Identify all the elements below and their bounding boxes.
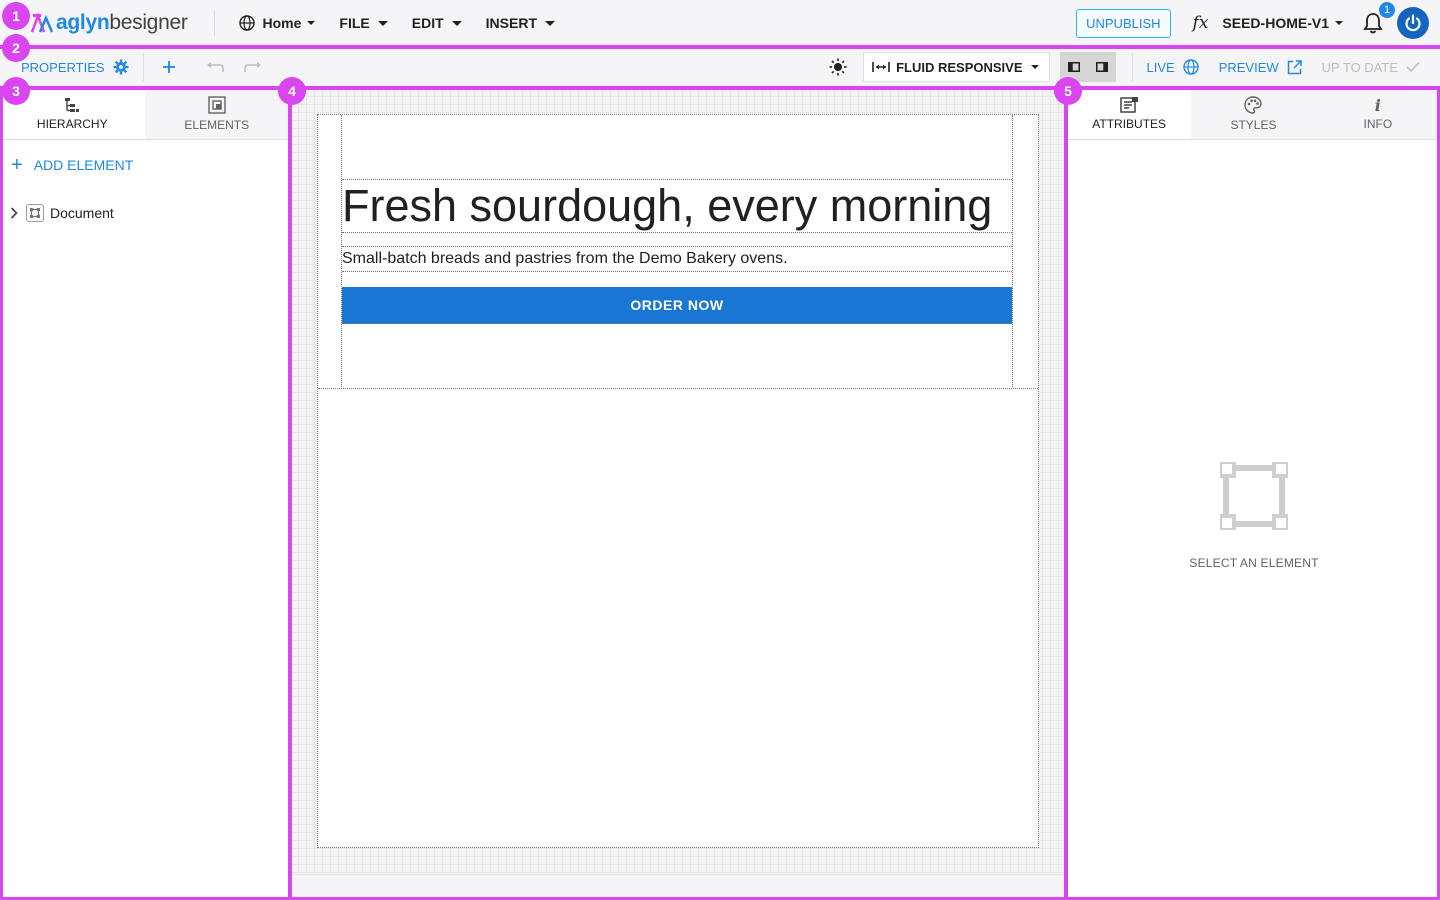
edit-menu-label: EDIT (411, 15, 444, 31)
annotation-marker-2: 2 (2, 34, 30, 62)
file-menu[interactable]: FILE (339, 15, 388, 31)
live-label: LIVE (1146, 59, 1175, 75)
palette-icon (1244, 95, 1263, 114)
elements-icon (208, 95, 226, 114)
live-link[interactable]: LIVE (1147, 59, 1199, 75)
annotation-marker-5: 5 (1054, 77, 1082, 105)
caret-down-icon (307, 21, 316, 25)
annotation-marker-3: 3 (2, 77, 30, 105)
unpublish-button[interactable]: UNPUBLISH (1076, 8, 1171, 38)
properties-button[interactable]: PROPERTIES (21, 59, 129, 75)
hierarchy-icon (65, 97, 80, 112)
version-label: SEED-HOME-V1 (1222, 15, 1329, 31)
account-power-button[interactable] (1397, 7, 1429, 39)
caret-down-icon (377, 20, 388, 26)
right-panel-icon (1095, 62, 1108, 72)
file-menu-label: FILE (339, 15, 370, 31)
info-icon: i (1374, 95, 1381, 115)
gear-icon (113, 59, 129, 75)
toolbar-right: FLUID RESPONSIVE LIVE PREVIEW UP TO DATE (829, 47, 1440, 87)
width-icon (872, 62, 890, 72)
version-selector[interactable]: SEED-HOME-V1 (1222, 15, 1343, 31)
undo-icon[interactable] (206, 61, 224, 73)
insert-menu-label: INSERT (485, 15, 537, 31)
open-external-icon (1287, 59, 1302, 74)
right-panel-tabs: ATTRIBUTES STYLES i INFO (1067, 88, 1440, 140)
up-to-date-status: UP TO DATE (1322, 60, 1420, 75)
insert-menu[interactable]: INSERT (486, 15, 555, 31)
properties-label: PROPERTIES (21, 59, 105, 75)
tab-hierarchy-label: HIERARCHY (36, 116, 108, 131)
tree-item-document[interactable]: Document (10, 204, 289, 222)
tab-styles-label: STYLES (1230, 117, 1277, 132)
caret-down-icon (451, 20, 462, 26)
page-selector-label: Home (262, 15, 302, 31)
chevron-right-icon[interactable] (10, 207, 18, 219)
theme-toggle-icon[interactable] (829, 58, 847, 76)
preview-label: PREVIEW (1218, 59, 1279, 75)
tree-item-label: Document (50, 205, 114, 221)
notifications-button[interactable]: 1 (1363, 0, 1397, 34)
divider (1131, 53, 1133, 81)
order-now-button[interactable]: ORDER NOW (342, 287, 1012, 324)
hero-container[interactable]: Fresh sourdough, every morning Small-bat… (341, 115, 1013, 387)
globe-icon (238, 15, 255, 31)
hero-heading[interactable]: Fresh sourdough, every morning (342, 179, 1012, 233)
check-icon (1406, 61, 1420, 73)
tab-info[interactable]: i INFO (1315, 88, 1440, 139)
preview-link[interactable]: PREVIEW (1219, 60, 1302, 75)
tab-info-label: INFO (1363, 116, 1393, 131)
tab-elements[interactable]: ELEMENTS (144, 88, 289, 139)
notification-badge: 1 (1377, 0, 1397, 20)
logo-text: aglynbesigner (56, 11, 188, 35)
page-selector[interactable]: Home (238, 15, 316, 31)
app-logo[interactable]: aglynbesigner (30, 0, 188, 46)
annotation-marker-4: 4 (278, 77, 306, 105)
responsive-mode-label: FLUID RESPONSIVE (896, 59, 1023, 75)
document-icon (26, 204, 44, 222)
caret-down-icon (1335, 21, 1343, 25)
design-canvas[interactable]: Fresh sourdough, every morning Small-bat… (290, 88, 1066, 900)
tab-attributes[interactable]: ATTRIBUTES (1067, 88, 1192, 139)
toolbar: PROPERTIES FLUID RESPONSIVE LIVE PREVIEW… (0, 46, 1440, 88)
up-to-date-label: UP TO DATE (1321, 59, 1398, 75)
power-icon (1405, 14, 1421, 32)
logo-mark-icon (30, 12, 54, 33)
top-bar: aglynbesigner Home FILE EDIT INSERT UNPU… (0, 0, 1440, 46)
functions-icon[interactable]: fx (1193, 13, 1209, 33)
hero-section[interactable]: Fresh sourdough, every morning Small-bat… (318, 115, 1038, 389)
logo-brand: aglyn (56, 11, 110, 34)
canvas-footer-bar (290, 874, 1066, 900)
add-element-label: ADD ELEMENT (33, 157, 134, 173)
right-panel-toggle[interactable] (1087, 52, 1116, 82)
page-frame[interactable]: Fresh sourdough, every morning Small-bat… (317, 114, 1039, 848)
redo-icon[interactable] (243, 61, 262, 73)
caret-down-icon (545, 20, 555, 26)
logo-product: besigner (109, 11, 188, 34)
divider (142, 53, 144, 81)
select-element-icon (1220, 462, 1288, 530)
add-element-button[interactable]: + ADD ELEMENT (11, 154, 289, 176)
right-panel: ATTRIBUTES STYLES i INFO SELECT AN ELEME… (1066, 88, 1440, 900)
caret-down-icon (1030, 65, 1039, 69)
globe-icon (1182, 59, 1199, 75)
top-right-group: UNPUBLISH fx SEED-HOME-V1 1 (1076, 0, 1440, 46)
tab-elements-label: ELEMENTS (184, 117, 250, 132)
responsive-mode-select[interactable]: FLUID RESPONSIVE (863, 52, 1050, 82)
attributes-icon (1120, 96, 1139, 113)
edit-menu[interactable]: EDIT (412, 15, 462, 31)
top-menu: Home FILE EDIT INSERT (238, 15, 579, 31)
add-icon[interactable] (162, 60, 176, 74)
left-panel-tabs: HIERARCHY ELEMENTS (0, 88, 289, 140)
left-panel-icon (1067, 62, 1080, 72)
empty-state: SELECT AN ELEMENT (1067, 462, 1440, 570)
empty-state-label: SELECT AN ELEMENT (1189, 556, 1319, 570)
left-panel: HIERARCHY ELEMENTS + ADD ELEMENT Documen… (0, 88, 290, 900)
tab-attributes-label: ATTRIBUTES (1092, 116, 1167, 131)
annotation-marker-1: 1 (2, 2, 30, 30)
plus-icon: + (11, 154, 23, 176)
tab-styles[interactable]: STYLES (1191, 88, 1316, 139)
hero-subtext[interactable]: Small-batch breads and pastries from the… (342, 246, 1012, 272)
divider (213, 10, 215, 36)
